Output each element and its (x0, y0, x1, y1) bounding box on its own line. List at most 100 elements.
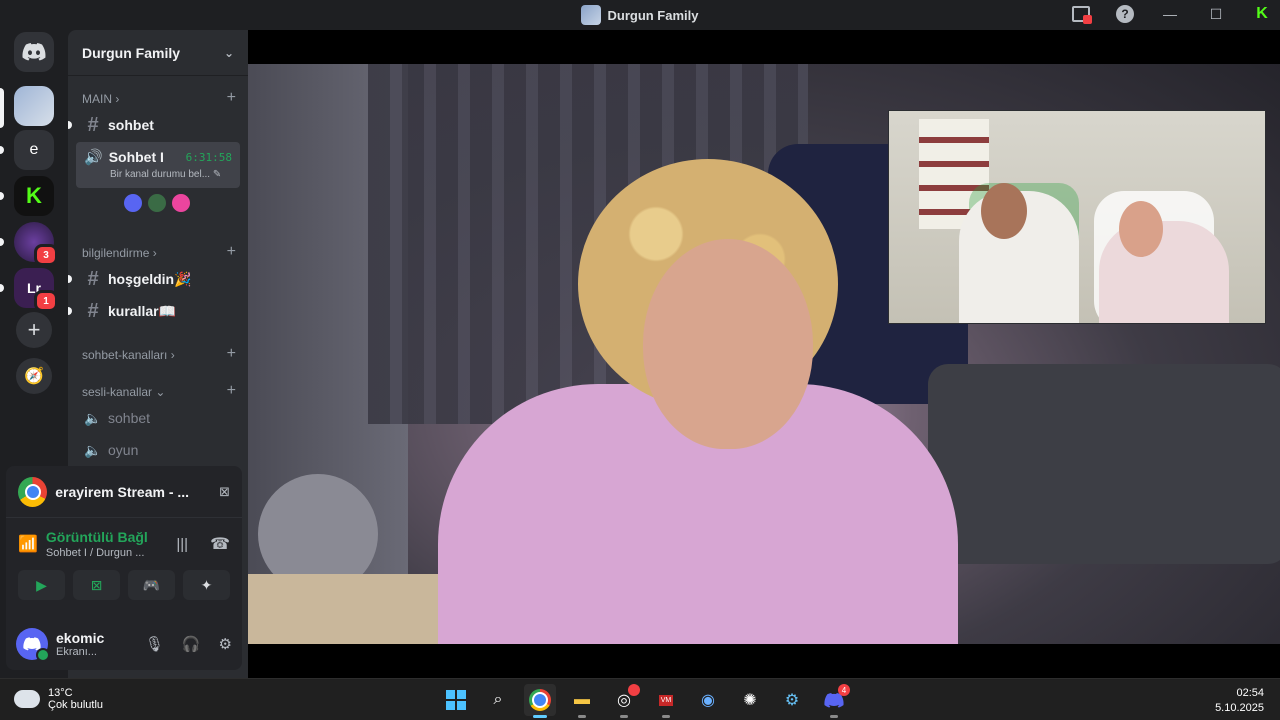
guild-header[interactable]: Durgun Family ⌄ (68, 30, 248, 76)
category-main-label: MAIN (82, 92, 112, 106)
search-button[interactable]: ⌕ (482, 684, 514, 716)
chatgpt-icon: ✺ (743, 692, 757, 709)
start-button[interactable] (440, 684, 472, 716)
channel-sohbet-label: sohbet (108, 117, 154, 133)
channel-hosgeldin[interactable]: # hoşgeldin🎉 (68, 264, 240, 294)
user-info[interactable]: ekomic Ekranı... (56, 630, 104, 658)
taskbar-chatgpt[interactable]: ✺ (734, 684, 766, 716)
category-sesli-kanallar[interactable]: sesli-kanallar ⌄ + (82, 383, 236, 400)
gear-icon[interactable]: ⚙ (219, 635, 232, 653)
taskbar-chrome[interactable] (524, 684, 556, 718)
pip-person-2 (1099, 221, 1229, 323)
taskbar-voicemeeter[interactable]: VM (650, 684, 682, 718)
camera-button[interactable]: ▶ (18, 570, 65, 600)
stream-row[interactable]: erayirem Stream - ... ⊠ (6, 466, 242, 518)
running-indicator (578, 715, 586, 718)
noise-suppression-icon[interactable]: ||| (176, 536, 188, 553)
video-bed (928, 364, 1280, 564)
unread-dot (68, 275, 72, 283)
chevron-right-icon: › (152, 246, 157, 260)
taskbar-file-explorer[interactable]: ▬ (566, 684, 598, 718)
server-kick[interactable]: K (14, 176, 54, 216)
hash-icon: # (87, 113, 99, 136)
unread-pill (0, 284, 4, 292)
voice-channel-sohbet-label: sohbet (108, 410, 151, 426)
connection-label[interactable]: Görüntülü Bağl (46, 529, 168, 545)
avatar[interactable] (16, 628, 50, 662)
avatar[interactable] (122, 192, 144, 214)
screen-share-icon: ⊠ (90, 576, 103, 593)
voice-channel-name: Sohbet I (108, 149, 164, 165)
hash-icon: # (87, 267, 99, 290)
signal-icon[interactable]: 📶 (18, 534, 38, 554)
speaker-icon: 🔈 (84, 409, 102, 426)
taskbar-obs[interactable]: ◎ (608, 684, 640, 718)
discord-home-button[interactable] (14, 32, 54, 72)
picture-in-picture-video[interactable] (888, 110, 1266, 324)
taskbar-discord[interactable]: 4 (818, 684, 850, 718)
microphone-icon[interactable]: 🎙 (145, 635, 164, 653)
activity-button[interactable]: 🎮 (128, 570, 175, 600)
running-indicator (620, 715, 628, 718)
soundboard-button[interactable]: ✦ (183, 570, 230, 600)
chevron-right-icon: › (115, 92, 120, 106)
category-sesli-kanallar-label: sesli-kanallar (82, 385, 153, 399)
stop-stream-icon[interactable]: ⊠ (219, 484, 230, 500)
channel-kurallar-label: kurallar📖 (108, 302, 177, 319)
add-server-button[interactable]: + (16, 312, 52, 348)
connection-channel: Sohbet I / Durgun ... (45, 547, 145, 559)
avatar[interactable] (146, 192, 168, 214)
add-channel-icon[interactable]: + (227, 90, 236, 106)
maximize-button[interactable]: ☐ (1206, 4, 1226, 24)
screen-share-icon[interactable] (1072, 6, 1092, 24)
voice-channel-sohbet[interactable]: 🔈 sohbet (76, 403, 240, 433)
category-sohbet-kanallari[interactable]: sohbet-kanalları › + (82, 346, 236, 363)
taskbar-app-blue[interactable]: ◉ (692, 684, 724, 716)
title-bar: Durgun Family ? — ☐ K (0, 0, 1280, 30)
pip-person-2-head (1119, 201, 1163, 257)
soundboard-icon: ✦ (200, 576, 213, 593)
stream-stage (248, 30, 1280, 678)
weather-widget[interactable]: 13°C Çok bulutlu (10, 684, 104, 711)
voice-channel-status: Bir kanal durumu bel... (110, 169, 211, 180)
server-durgun-family[interactable] (14, 86, 54, 126)
category-sohbet-kanallari-label: sohbet-kanalları (82, 348, 168, 362)
user-area: ekomic Ekranı... 🎙 🎧 ⚙ (6, 618, 242, 670)
voice-channel-oyun[interactable]: 🔈 oyun (76, 435, 240, 465)
headphones-icon[interactable]: 🎧 (182, 635, 201, 653)
chevron-down-icon: ⌄ (155, 385, 166, 399)
weather-desc: Çok bulutlu (48, 699, 104, 711)
add-channel-icon[interactable]: + (227, 346, 236, 362)
channel-sohbet[interactable]: # sohbet (68, 110, 240, 140)
pencil-icon[interactable]: ✎ (213, 169, 221, 180)
kick-icon[interactable]: K (1252, 4, 1272, 24)
server-lr[interactable]: Lr 1 (14, 268, 58, 312)
unread-dot (68, 121, 72, 129)
minimize-button[interactable]: — (1160, 4, 1180, 24)
channel-kurallar[interactable]: # kurallar📖 (68, 296, 240, 326)
discover-button[interactable]: 🧭 (16, 358, 52, 394)
taskbar-steam[interactable]: ⚙ (776, 684, 808, 716)
guild-icon (581, 5, 602, 25)
video-person-face (643, 239, 813, 449)
server-e[interactable]: e (14, 130, 54, 170)
avatar[interactable] (170, 192, 192, 214)
server-purple[interactable]: 3 (14, 222, 58, 266)
weather-temp: 13°C (48, 687, 73, 699)
folder-icon: ▬ (574, 691, 590, 708)
disconnect-icon[interactable]: ☎ (210, 534, 230, 554)
globe-icon: ◉ (701, 692, 715, 709)
screen-share-button[interactable]: ⊠ (73, 570, 120, 600)
notification-badge: 4 (838, 684, 850, 696)
category-main[interactable]: MAIN › + (82, 90, 236, 107)
category-bilgilendirme[interactable]: bilgilendirme › + (82, 244, 236, 261)
system-clock[interactable]: 02:54 5.10.2025 (1215, 686, 1264, 716)
server-kick-label: K (26, 183, 42, 208)
add-channel-icon[interactable]: + (227, 383, 236, 399)
add-channel-icon[interactable]: + (227, 244, 236, 260)
main-video[interactable] (248, 64, 1280, 644)
voice-channel-sohbet-i[interactable]: 🔊 Sohbet I 6:31:58 Bir kanal durumu bel.… (76, 142, 240, 188)
help-icon[interactable]: ? (1116, 5, 1134, 23)
voice-users (122, 192, 192, 214)
chrome-icon (529, 689, 551, 711)
